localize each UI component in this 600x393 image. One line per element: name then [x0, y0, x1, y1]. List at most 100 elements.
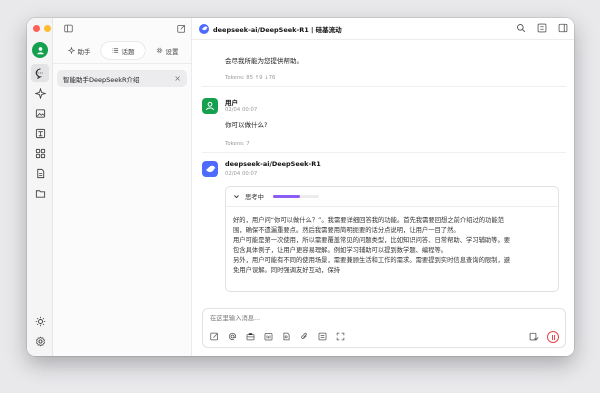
user-avatar[interactable] [32, 42, 48, 58]
user-message-text: 你可以做什么? [225, 121, 268, 129]
user-avatar [202, 98, 218, 114]
sun-icon [35, 316, 45, 326]
thinking-line: 免用户误解。同时强调友好互动，保持 [233, 267, 341, 274]
thinking-content: 好的，用户问“你可以做什么？”。我需要详细回答我的功能。首先我需要回想之前介绍过… [226, 207, 558, 276]
close-icon[interactable]: × [174, 74, 181, 83]
chat-bubble-icon [35, 68, 43, 79]
tab-assistants[interactable]: 助手 [57, 42, 101, 59]
translate-icon [35, 128, 45, 138]
tab-topics[interactable]: 话题 [101, 42, 145, 59]
assistant-timestamp: 02/04 00:07 [225, 171, 258, 177]
chat-title: deepseek-ai/DeepSeek-R1 | 硅基流动 [213, 25, 342, 34]
topics-panel: 助手 话题 设置 智能助手DeepSeekR介绍 × [53, 18, 192, 356]
user-timestamp: 02/04 00:07 [225, 107, 258, 113]
pause-icon [551, 334, 555, 340]
document-icon [36, 168, 44, 178]
search-icon[interactable] [516, 23, 526, 33]
divider [202, 152, 566, 153]
divider [202, 86, 566, 87]
chat-main: deepseek-ai/DeepSeek-R1 | 硅基流动 会尽我所能为您提供… [192, 18, 574, 356]
thinking-panel: 思考中 好的，用户问“你可以做什么？”。我需要详细回答我的功能。首先我需要回想之… [225, 186, 559, 292]
thinking-line: 包含具体例子，让用户更容易理解。例如学习辅助可以提到数学题、编程等。 [233, 247, 448, 254]
user-icon [206, 101, 214, 111]
agents-nav-button[interactable] [31, 84, 49, 102]
thinking-progress-bar [272, 195, 319, 198]
apps-nav-button[interactable] [31, 144, 49, 162]
paint-nav-button[interactable] [31, 104, 49, 122]
sparkle-icon [34, 87, 46, 99]
tab-settings[interactable]: 设置 [145, 42, 189, 59]
gear-icon [35, 336, 45, 346]
expand-icon[interactable] [537, 23, 547, 33]
theme-toggle-button[interactable] [31, 312, 49, 330]
topic-label: 智能助手DeepSeekR介绍 [63, 75, 140, 84]
close-window-button[interactable] [33, 25, 40, 32]
thinking-label: 思考中 [245, 194, 264, 201]
user-name: 用户 [225, 99, 238, 107]
web-search-button[interactable] [263, 331, 274, 342]
panel-tabs: 助手 话题 设置 [57, 42, 189, 59]
chevron-down-icon [234, 195, 239, 199]
composer-toolbar [209, 331, 346, 342]
thinking-line: 好的，用户问“你可以做什么？”。我需要详细回答我的功能。首先我需要回想之前介绍过… [233, 217, 504, 224]
header-actions [516, 23, 568, 33]
translate-icon[interactable] [529, 332, 539, 342]
tab-label: 助手 [77, 47, 91, 56]
app-window: 助手 话题 设置 智能助手DeepSeekR介绍 × deepseek-ai/D… [27, 18, 574, 356]
sparkle-icon [67, 47, 75, 54]
assistant-avatar [202, 161, 218, 177]
expand-arrows-icon [336, 332, 345, 341]
user-message-tokens: Tokens: 7 [225, 141, 250, 147]
icon-rail [27, 18, 62, 356]
knowledge-base-button[interactable] [281, 331, 292, 342]
book-search-icon [283, 332, 290, 341]
previous-message-text: 会尽我所能为您提供帮助。 [225, 57, 303, 65]
toolbox-icon [246, 333, 255, 341]
chat-nav-button[interactable] [31, 64, 49, 82]
new-topic-icon[interactable] [177, 24, 186, 33]
minimize-window-button[interactable] [44, 25, 51, 32]
translate-nav-button[interactable] [31, 124, 49, 142]
stop-generation-button[interactable] [547, 331, 559, 343]
tab-label: 话题 [121, 47, 135, 56]
quick-phrase-button[interactable] [317, 331, 328, 342]
panel-toolbar [53, 18, 192, 40]
settings-nav-button[interactable] [31, 332, 49, 350]
mention-button[interactable] [227, 331, 238, 342]
chat-header: deepseek-ai/DeepSeek-R1 | 硅基流动 [192, 18, 574, 40]
at-sign-icon [228, 332, 237, 341]
user-icon [36, 46, 44, 54]
thinking-line: 围，确保不遗漏重要点。然后我需要用简明扼要的话分点说明，让用户一目了然。 [233, 227, 460, 234]
gear-icon [156, 47, 162, 54]
paperclip-icon [301, 332, 307, 339]
pencil-icon [210, 332, 218, 341]
message-list: 会尽我所能为您提供帮助。 Tokens: 85 ↑9 ↓76 用户 02/04 … [192, 40, 574, 318]
image-icon [35, 108, 45, 118]
topic-item[interactable]: 智能助手DeepSeekR介绍 × [57, 70, 187, 87]
previous-message-tokens: Tokens: 85 ↑9 ↓76 [225, 75, 276, 81]
divider [53, 63, 192, 64]
thinking-toggle[interactable]: 思考中 [226, 187, 558, 207]
toolbox-button[interactable] [245, 331, 256, 342]
files-nav-button[interactable] [31, 184, 49, 202]
knowledge-nav-button[interactable] [31, 164, 49, 182]
tab-label: 设置 [165, 47, 179, 56]
edit-button[interactable] [209, 331, 220, 342]
thinking-progress-fill [272, 195, 301, 198]
deepseek-logo-icon [199, 23, 209, 34]
fullscreen-button[interactable] [335, 331, 346, 342]
sidebar-toggle-icon[interactable] [64, 24, 73, 33]
thinking-line: 另外，用户可能有不同的使用场景，需要兼顾生活和工作的需求。需要提到实时信息查询的… [233, 257, 511, 264]
message-input[interactable] [210, 315, 510, 322]
list-icon [111, 48, 118, 53]
apps-grid-icon [35, 148, 45, 158]
sidebar-right-icon[interactable] [558, 23, 568, 33]
assistant-name: deepseek-ai/DeepSeek-R1 [225, 160, 321, 168]
thinking-line: 用户可能是第一次使用，所以需要覆盖常见的问题类型，比如知识问答、日常帮助、学习辅… [233, 237, 511, 244]
message-composer [202, 308, 566, 348]
attachment-button[interactable] [299, 331, 310, 342]
calendar-icon [264, 333, 273, 341]
folder-icon [35, 189, 45, 198]
text-lines-icon [318, 332, 327, 341]
send-area [529, 331, 559, 343]
